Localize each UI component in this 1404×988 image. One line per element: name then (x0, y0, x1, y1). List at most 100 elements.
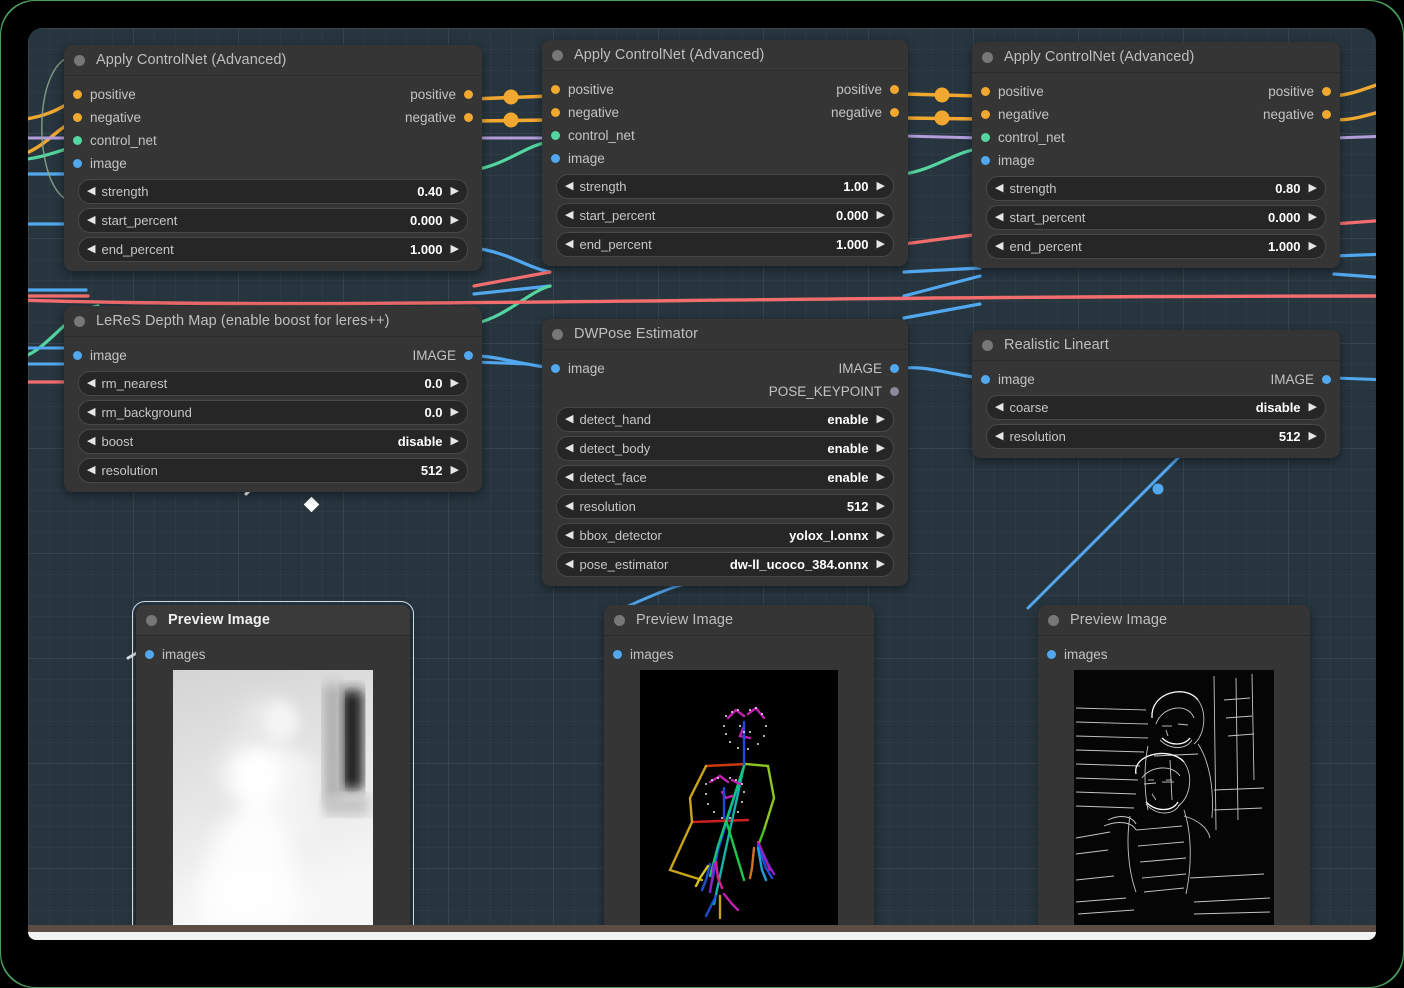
decrement-icon[interactable]: ◀ (995, 241, 1003, 252)
input-port-negative[interactable] (73, 113, 82, 122)
increment-icon[interactable]: ▶ (877, 559, 885, 570)
decrement-icon[interactable]: ◀ (995, 431, 1003, 442)
increment-icon[interactable]: ▶ (877, 472, 885, 483)
node-apply-controlnet-advanced-2[interactable]: Apply ControlNet (Advanced) positive pos… (542, 40, 908, 266)
output-port-positive[interactable] (1322, 87, 1331, 96)
input-port-image[interactable] (551, 154, 560, 163)
node-dwpose-estimator[interactable]: DWPose Estimator image IMAGE POSE_KEYPOI… (542, 319, 908, 586)
node-preview-image-lineart[interactable]: Preview Image images (1038, 605, 1310, 940)
increment-icon[interactable]: ▶ (877, 501, 885, 512)
increment-icon[interactable]: ▶ (1309, 241, 1317, 252)
output-port-image[interactable] (1322, 375, 1331, 384)
input-port-positive[interactable] (73, 90, 82, 99)
node-collapse-icon[interactable] (552, 49, 563, 61)
widget-rm-nearest[interactable]: ◀ rm_nearest 0.0 ▶ (78, 371, 468, 396)
widget-resolution[interactable]: ◀ resolution 512 ▶ (78, 458, 468, 483)
decrement-icon[interactable]: ◀ (87, 436, 95, 447)
increment-icon[interactable]: ▶ (1309, 402, 1317, 413)
input-port-image[interactable] (73, 159, 82, 168)
node-collapse-icon[interactable] (614, 614, 625, 626)
input-port-control-net[interactable] (981, 133, 990, 142)
output-port-positive[interactable] (464, 90, 473, 99)
decrement-icon[interactable]: ◀ (565, 472, 573, 483)
decrement-icon[interactable]: ◀ (565, 501, 573, 512)
increment-icon[interactable]: ▶ (877, 443, 885, 454)
decrement-icon[interactable]: ◀ (87, 465, 95, 476)
decrement-icon[interactable]: ◀ (565, 559, 573, 570)
input-port-image[interactable] (981, 156, 990, 165)
increment-icon[interactable]: ▶ (877, 239, 885, 250)
decrement-icon[interactable]: ◀ (995, 212, 1003, 223)
input-port-negative[interactable] (981, 110, 990, 119)
widget-end-percent[interactable]: ◀ end_percent 1.000 ▶ (78, 237, 468, 262)
node-realistic-lineart[interactable]: Realistic Lineart image IMAGE ◀ coarse d… (972, 330, 1340, 458)
decrement-icon[interactable]: ◀ (87, 186, 95, 197)
node-apply-controlnet-advanced-3[interactable]: Apply ControlNet (Advanced) positive pos… (972, 42, 1340, 268)
decrement-icon[interactable]: ◀ (565, 210, 573, 221)
node-collapse-icon[interactable] (1048, 614, 1059, 626)
increment-icon[interactable]: ▶ (451, 215, 459, 226)
node-title-bar[interactable]: Preview Image (136, 605, 410, 636)
widget-strength[interactable]: ◀ strength 0.40 ▶ (78, 179, 468, 204)
input-port-image[interactable] (551, 364, 560, 373)
decrement-icon[interactable]: ◀ (565, 181, 573, 192)
increment-icon[interactable]: ▶ (877, 181, 885, 192)
input-port-images[interactable] (1047, 650, 1056, 659)
widget-end-percent[interactable]: ◀ end_percent 1.000 ▶ (556, 232, 894, 257)
increment-icon[interactable]: ▶ (1309, 212, 1317, 223)
widget-pose-estimator[interactable]: ◀ pose_estimator dw-ll_ucoco_384.onnx ▶ (556, 552, 894, 577)
node-collapse-icon[interactable] (552, 328, 563, 340)
increment-icon[interactable]: ▶ (451, 465, 459, 476)
node-leres-depth-map[interactable]: LeReS Depth Map (enable boost for leres+… (64, 306, 482, 492)
increment-icon[interactable]: ▶ (877, 210, 885, 221)
output-port-positive[interactable] (890, 85, 899, 94)
input-port-image[interactable] (73, 351, 82, 360)
increment-icon[interactable]: ▶ (451, 407, 459, 418)
widget-detect-hand[interactable]: ◀ detect_hand enable ▶ (556, 407, 894, 432)
output-port-image[interactable] (890, 364, 899, 373)
increment-icon[interactable]: ▶ (1309, 431, 1317, 442)
node-collapse-icon[interactable] (146, 614, 157, 626)
node-title-bar[interactable]: Apply ControlNet (Advanced) (972, 42, 1340, 73)
widget-resolution[interactable]: ◀ resolution 512 ▶ (556, 494, 894, 519)
widget-detect-face[interactable]: ◀ detect_face enable ▶ (556, 465, 894, 490)
input-port-control-net[interactable] (73, 136, 82, 145)
increment-icon[interactable]: ▶ (877, 414, 885, 425)
decrement-icon[interactable]: ◀ (565, 530, 573, 541)
decrement-icon[interactable]: ◀ (87, 215, 95, 226)
widget-start-percent[interactable]: ◀ start_percent 0.000 ▶ (986, 205, 1326, 230)
input-port-image[interactable] (981, 375, 990, 384)
increment-icon[interactable]: ▶ (451, 378, 459, 389)
node-preview-image-pose[interactable]: Preview Image images (604, 605, 874, 940)
widget-end-percent[interactable]: ◀ end_percent 1.000 ▶ (986, 234, 1326, 259)
decrement-icon[interactable]: ◀ (87, 407, 95, 418)
widget-bbox-detector[interactable]: ◀ bbox_detector yolox_l.onnx ▶ (556, 523, 894, 548)
widget-strength[interactable]: ◀ strength 1.00 ▶ (556, 174, 894, 199)
input-port-negative[interactable] (551, 108, 560, 117)
node-title-bar[interactable]: LeReS Depth Map (enable boost for leres+… (64, 306, 482, 337)
widget-start-percent[interactable]: ◀ start_percent 0.000 ▶ (78, 208, 468, 233)
widget-strength[interactable]: ◀ strength 0.80 ▶ (986, 176, 1326, 201)
node-collapse-icon[interactable] (982, 51, 993, 63)
node-title-bar[interactable]: Apply ControlNet (Advanced) (64, 45, 482, 76)
decrement-icon[interactable]: ◀ (995, 402, 1003, 413)
input-port-images[interactable] (145, 650, 154, 659)
node-collapse-icon[interactable] (74, 54, 85, 66)
node-title-bar[interactable]: Preview Image (604, 605, 874, 636)
widget-coarse[interactable]: ◀ coarse disable ▶ (986, 395, 1326, 420)
output-port-image[interactable] (464, 351, 473, 360)
node-title-bar[interactable]: Apply ControlNet (Advanced) (542, 40, 908, 71)
widget-resolution[interactable]: ◀ resolution 512 ▶ (986, 424, 1326, 449)
widget-boost[interactable]: ◀ boost disable ▶ (78, 429, 468, 454)
decrement-icon[interactable]: ◀ (87, 378, 95, 389)
node-collapse-icon[interactable] (982, 339, 993, 351)
decrement-icon[interactable]: ◀ (995, 183, 1003, 194)
widget-detect-body[interactable]: ◀ detect_body enable ▶ (556, 436, 894, 461)
decrement-icon[interactable]: ◀ (565, 443, 573, 454)
decrement-icon[interactable]: ◀ (565, 239, 573, 250)
output-port-pose-keypoint[interactable] (890, 387, 899, 396)
increment-icon[interactable]: ▶ (877, 530, 885, 541)
increment-icon[interactable]: ▶ (1309, 183, 1317, 194)
input-port-images[interactable] (613, 650, 622, 659)
increment-icon[interactable]: ▶ (451, 436, 459, 447)
